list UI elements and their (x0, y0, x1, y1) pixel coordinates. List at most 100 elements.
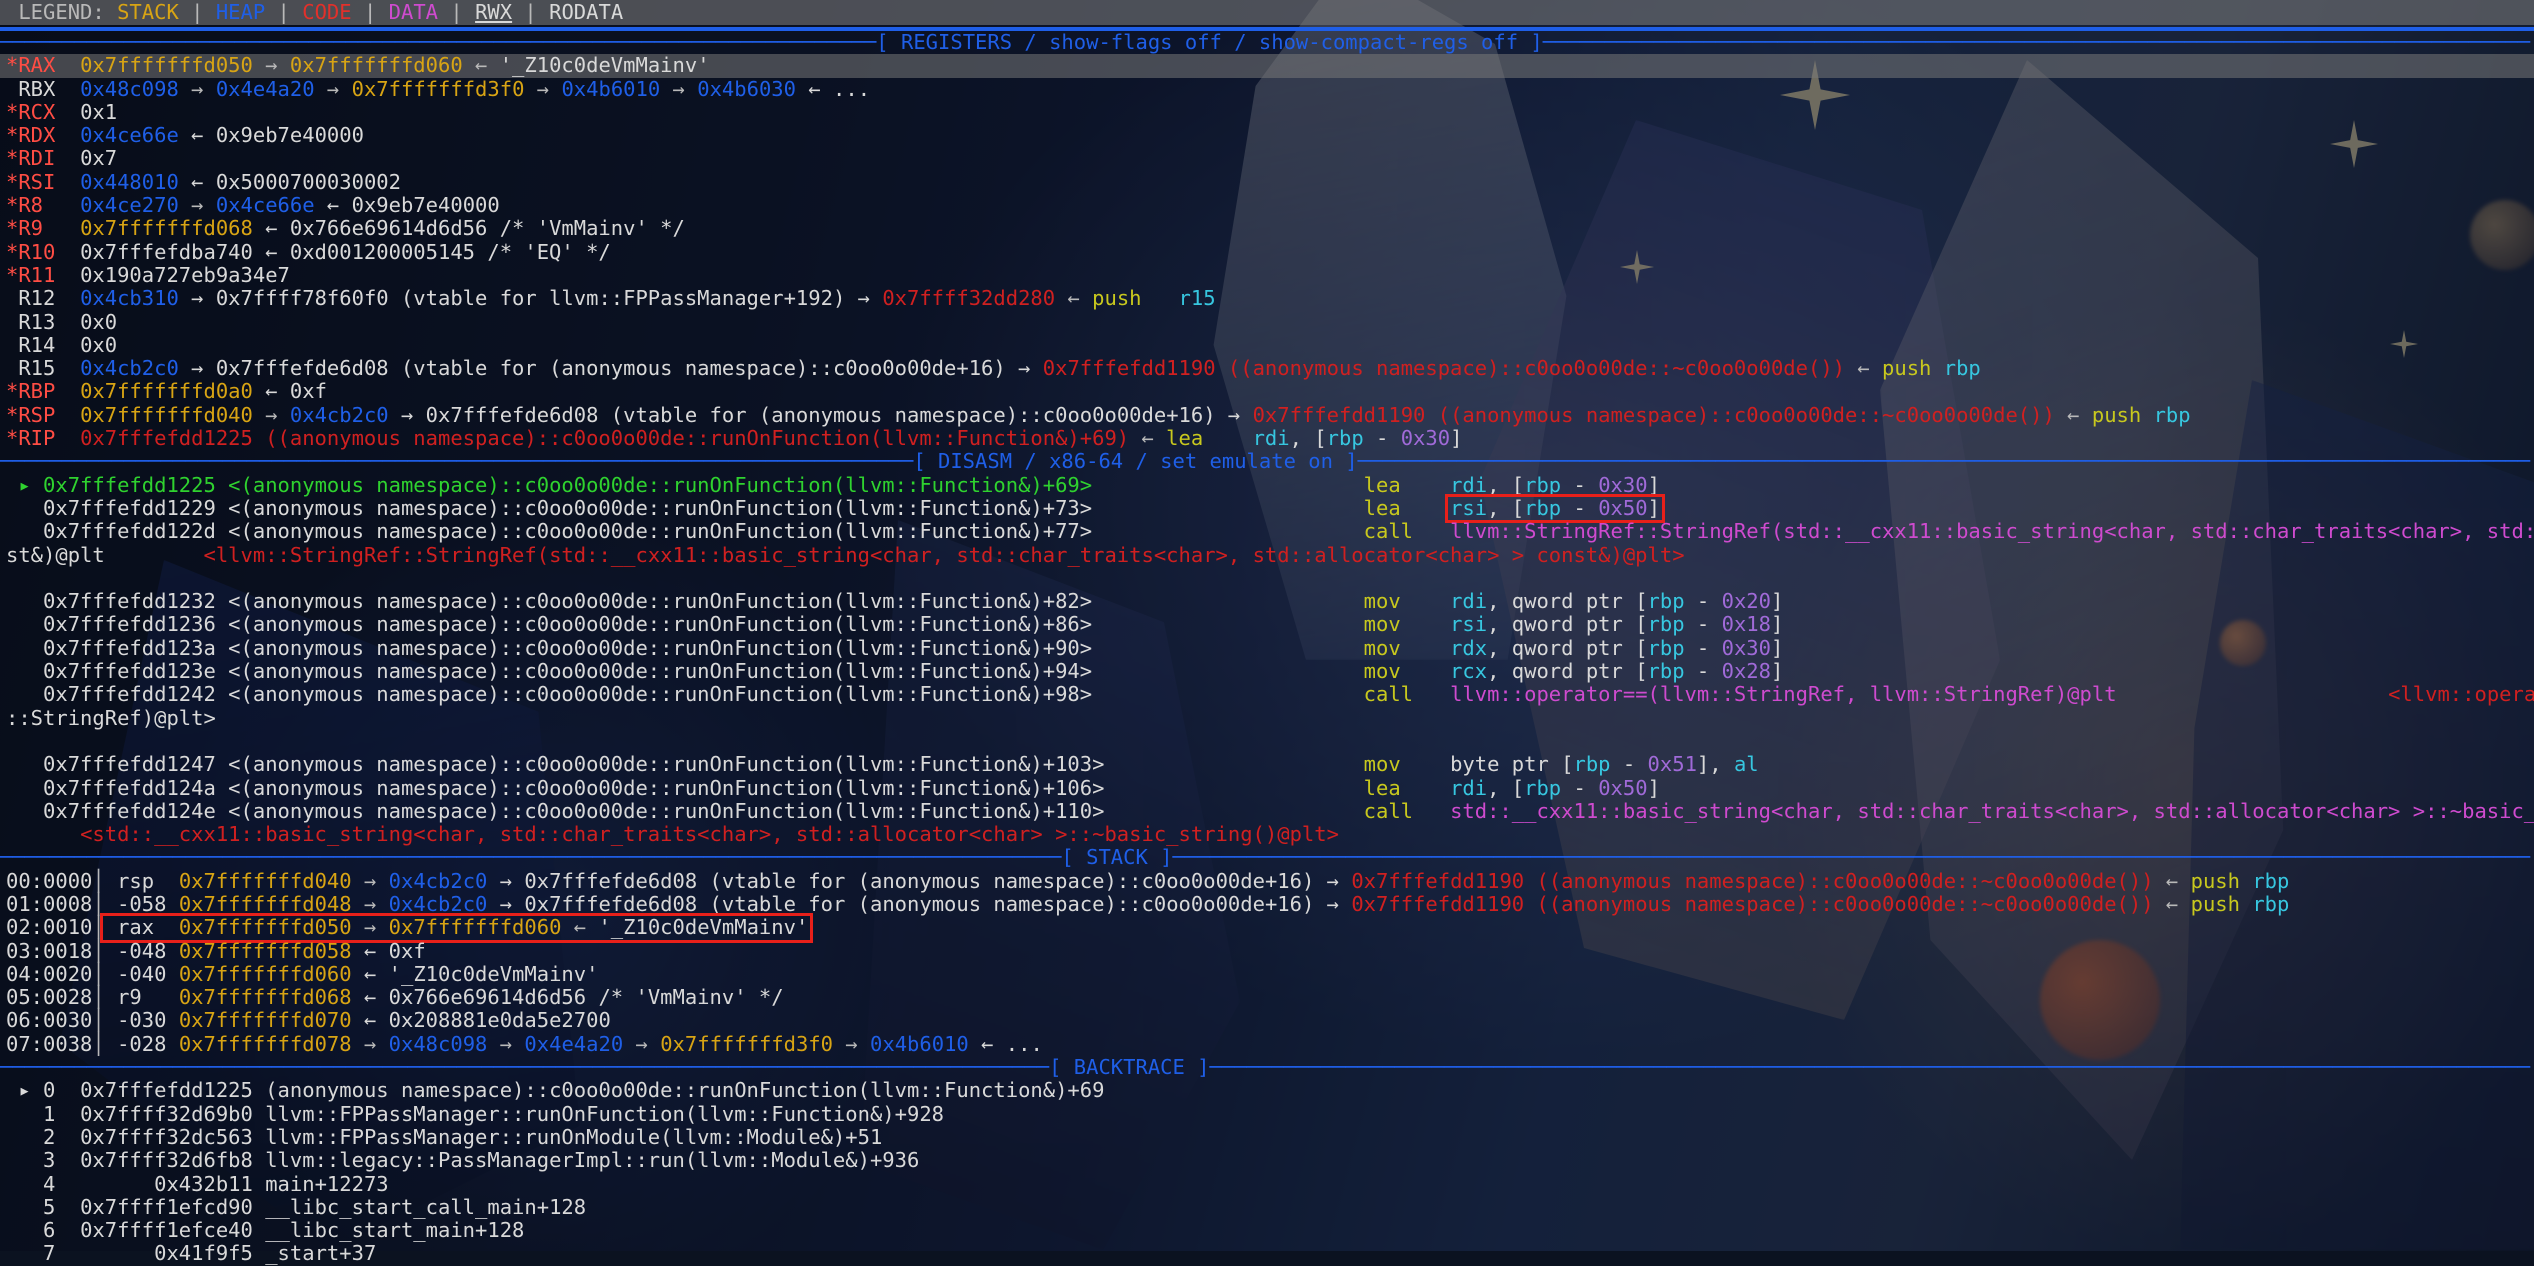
disasm-symbol: <(anonymous namespace)::c0oo0o00de::runO… (228, 682, 1093, 707)
disasm-address: 0x7fffefdd1236 (43, 612, 229, 637)
disasm-symbol: <(anonymous namespace)::c0oo0o00de::runO… (228, 472, 1093, 497)
register-value-part: → 0x7fffefde6d08 (vtable for (anonymous … (178, 356, 1043, 381)
disasm-operand-part: ] (1770, 635, 1784, 660)
register-changed-marker: * (6, 169, 19, 194)
register-value-part: 0x7fffffffd0a0 (80, 379, 253, 404)
stack-value-part: 0x7fffefdd1190 ((anonymous namespace)::c… (1351, 868, 2154, 893)
register-value-part: ← 0xf (252, 379, 327, 404)
register-row-r11: *R11 0x190a727eb9a34e7 (0, 263, 2534, 287)
register-value-part: 0x7fffffffd3f0 (351, 76, 525, 101)
disasm-operands: byte ptr [rbp - 0x51], al (1450, 752, 1759, 776)
disasm-mnemonic: call (1363, 798, 1426, 823)
backtrace-row: 4 0x432b11 main+12273 (0, 1171, 2534, 1196)
stack-value-part: → (351, 891, 389, 916)
disasm-operand-part: 0x20 (1721, 589, 1771, 614)
register-name: R15 (18, 356, 81, 381)
legend-item-rodata: RODATA (549, 0, 624, 24)
disasm-symbol: <(anonymous namespace)::c0oo0o00de::runO… (228, 775, 1105, 800)
register-row-rsi: *RSI 0x448010 ← 0x5000700030002 (0, 169, 2534, 194)
register-value-part: 0x7fffffffd050 (80, 53, 253, 78)
legend-item-data: DATA (388, 0, 439, 24)
disasm-symbol: <(anonymous namespace)::c0oo0o00de::runO… (228, 589, 1093, 614)
disasm-operand-part: rdi (1450, 589, 1488, 614)
stack-value-part: → 0x7fffefde6d08 (vtable for (anonymous … (487, 868, 1352, 893)
pwndbg-terminal[interactable]: LEGEND: STACK | HEAP | CODE | DATA | RWX… (0, 0, 2534, 1266)
stack-value-part: → (351, 915, 389, 940)
register-row-r8: *R8 0x4ce270 → 0x4ce66e ← 0x9eb7e40000 (0, 193, 2534, 217)
legend-separator-glyph: | (265, 0, 303, 24)
stack-value-part: ← 0x208881e0da5e2700 (351, 1008, 611, 1033)
backtrace-address: 0x7ffff32d6fb8 (80, 1148, 266, 1173)
stack-tag: rsp (104, 868, 179, 893)
disasm-operand-part: rbp (1524, 495, 1562, 520)
legend-label: LEGEND: (6, 0, 118, 24)
backtrace-address: 0x7fffefdd1225 (80, 1078, 266, 1103)
register-name: R13 (18, 309, 81, 334)
stack-index: 06:0030 (6, 1008, 93, 1033)
stack-entry: -030 0x7fffffffd070 ← 0x208881e0da5e2700 (105, 1008, 611, 1032)
backtrace-symbol: main+12273 (265, 1171, 389, 1196)
stack-value-part: 0x7fffffffd058 (178, 938, 352, 963)
disasm-symbol: <(anonymous namespace)::c0oo0o00de::runO… (228, 659, 1093, 684)
register-value-part: ← (1129, 426, 1167, 451)
register-name: RDI (18, 146, 81, 171)
register-value-part: ← 0x766e69614d6d56 /* 'VmMainv' */ (252, 216, 685, 241)
register-row-rax: *RAX 0x7fffffffd050 → 0x7fffffffd060 ← '… (0, 53, 2534, 78)
backtrace-section-header: ────────────────────────────────────────… (0, 1055, 2534, 1079)
header-rule-left: ────────────────────────────────────────… (0, 845, 1062, 870)
stack-tag: -040 (104, 961, 179, 986)
disasm-address: 0x7fffefdd1232 (43, 589, 229, 614)
stack-value-part: 0x48c098 (388, 1031, 488, 1056)
register-value-part: 0x7fffefdd1190 ((anonymous namespace)::c… (1042, 356, 1845, 381)
stack-divider: │ (92, 868, 105, 893)
disasm-operand-part: rsi (1450, 612, 1488, 637)
register-value-part: rbp (1326, 426, 1364, 451)
register-value-part: 0x7ffff32dd280 (882, 286, 1056, 311)
disasm-operand-part: rcx (1450, 659, 1488, 684)
disasm-operand-part: rdi (1450, 472, 1488, 497)
disasm-operand-part: 0x30 (1721, 635, 1771, 660)
disasm-mnemonic: call (1363, 682, 1426, 707)
disasm-operand-part: rbp (1573, 752, 1611, 777)
stack-list: 00:0000│ rsp 0x7fffffffd040 → 0x4cb2c0 →… (0, 868, 2534, 1056)
disasm-current-marker (6, 519, 43, 543)
disasm-line: 0x7fffefdd123e <(anonymous namespace)::c… (0, 659, 2534, 684)
disasm-operand-part: llvm::StringRef::StringRef(std::__cxx11:… (1450, 519, 2534, 544)
header-title: [ DISASM / x86-64 / set emulate on ] (913, 449, 1358, 474)
stack-entry: rax 0x7fffffffd050 → 0x7fffffffd060 ← '_… (99, 913, 814, 943)
disasm-operands: rsi, [rbp - 0x50] (1445, 493, 1665, 524)
stack-index: 01:0008 (6, 891, 93, 916)
disasm-operand-part: - (1684, 659, 1722, 684)
legend-item-rwx: RWX (475, 0, 513, 24)
stack-divider: │ (92, 1008, 105, 1033)
stack-divider: │ (92, 891, 105, 916)
disasm-address: 0x7fffefdd1229 (43, 495, 229, 520)
register-changed-marker: * (6, 426, 19, 451)
stack-value-part: → (351, 868, 389, 893)
disasm-operand-part: , qword ptr [ (1487, 612, 1648, 637)
backtrace-address: 0x41f9f5 (80, 1241, 266, 1266)
disasm-operand-part: , qword ptr [ (1487, 589, 1648, 614)
disasm-operand-part: rbp (1647, 612, 1685, 637)
backtrace-address: 0x7ffff1efce40 (80, 1218, 266, 1243)
stack-value-part: 0x7fffffffd048 (178, 891, 352, 916)
register-changed-marker: * (6, 379, 19, 404)
disasm-address: 0x7fffefdd124e (43, 798, 229, 823)
disasm-operands: rdx, qword ptr [rbp - 0x30] (1450, 636, 1783, 660)
disasm-wrap-text: st&)@plt (6, 542, 105, 567)
disasm-current-marker (6, 496, 43, 520)
register-name: RBP (18, 379, 81, 404)
disasm-mnemonic: lea (1363, 495, 1426, 520)
disasm-line: 0x7fffefdd124e <(anonymous namespace)::c… (0, 798, 2534, 823)
disasm-operands: rdi, qword ptr [rbp - 0x20] (1450, 589, 1783, 613)
disasm-operands: llvm::StringRef::StringRef(std::__cxx11:… (1450, 519, 2534, 543)
